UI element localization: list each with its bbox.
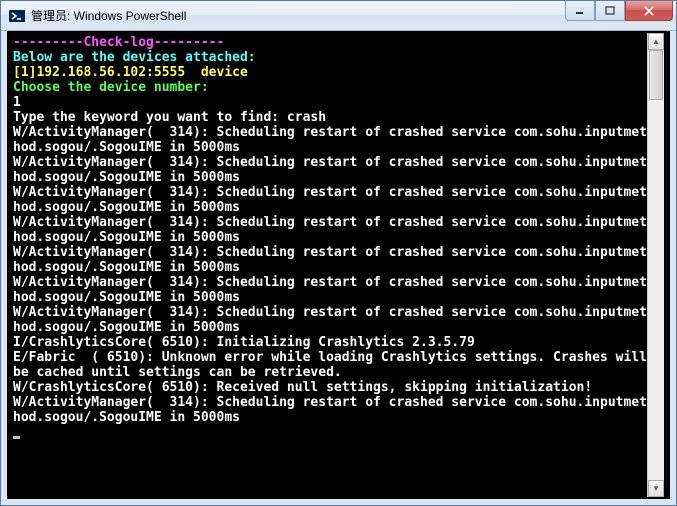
chosen-number: 1 (13, 95, 21, 110)
log-line: W/ActivityManager( 314): Scheduling rest… (13, 395, 647, 425)
device-entry: [1]192.168.56.102:5555 device (13, 65, 248, 80)
log-line: W/ActivityManager( 314): Scheduling rest… (13, 215, 647, 245)
log-line: W/ActivityManager( 314): Scheduling rest… (13, 275, 647, 305)
scroll-down-button[interactable]: ▼ (648, 480, 664, 497)
minimize-button[interactable] (565, 1, 595, 21)
maximize-button[interactable] (595, 1, 625, 21)
scroll-track[interactable] (648, 50, 664, 480)
check-log-header: ---------Check-log--------- (13, 35, 224, 50)
log-line: W/ActivityManager( 314): Scheduling rest… (13, 245, 647, 275)
scroll-up-button[interactable]: ▲ (648, 33, 664, 50)
log-line: I/CrashlyticsCore( 6510): Initializing C… (13, 335, 475, 350)
titlebar[interactable]: 管理员: Windows PowerShell (1, 1, 676, 31)
powershell-icon (9, 8, 25, 24)
log-line: W/ActivityManager( 314): Scheduling rest… (13, 185, 647, 215)
devices-attached-header: Below are the devices attached: (13, 50, 256, 65)
log-line: E/Fabric ( 6510): Unknown error while lo… (13, 350, 647, 380)
log-line: W/ActivityManager( 314): Scheduling rest… (13, 125, 647, 155)
terminal-output[interactable]: ---------Check-log--------- Below are th… (9, 33, 647, 497)
window-title: 管理员: Windows PowerShell (31, 7, 565, 24)
terminal-container: ---------Check-log--------- Below are th… (1, 31, 676, 505)
choose-device-prompt: Choose the device number: (13, 80, 209, 95)
terminal-cursor (13, 436, 20, 439)
window-controls (565, 1, 673, 21)
scroll-thumb[interactable] (649, 50, 663, 100)
log-line: W/ActivityManager( 314): Scheduling rest… (13, 305, 647, 335)
keyword-prompt-line: Type the keyword you want to find: crash (13, 110, 326, 125)
log-line: W/ActivityManager( 314): Scheduling rest… (13, 155, 647, 185)
log-line: W/CrashlyticsCore( 6510): Received null … (13, 380, 592, 395)
vertical-scrollbar[interactable]: ▲ ▼ (647, 33, 664, 497)
powershell-window: 管理员: Windows PowerShell ---------Check-l… (0, 0, 677, 506)
close-button[interactable] (625, 1, 673, 21)
